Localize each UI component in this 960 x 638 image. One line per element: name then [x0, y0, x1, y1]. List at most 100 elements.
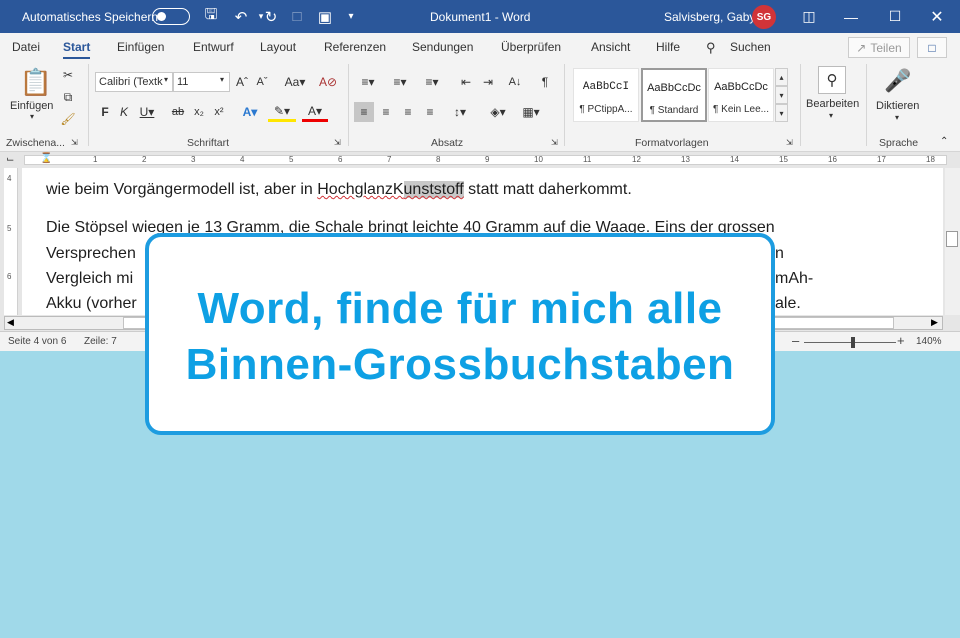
indent-marker-icon[interactable]: ⌛ — [40, 153, 52, 164]
decrease-indent-icon[interactable]: ⇤ — [456, 72, 476, 92]
zoom-out-icon[interactable]: – — [792, 333, 799, 348]
collapse-ribbon-icon[interactable]: ⌃ — [940, 136, 948, 147]
voice-group-label: Sprache — [879, 137, 919, 149]
strikethrough-icon[interactable]: ab — [169, 102, 187, 122]
close-icon[interactable]: ✕ — [914, 0, 960, 33]
tab-datei[interactable]: Datei — [12, 40, 40, 54]
change-case-icon[interactable]: Aa▾ — [280, 72, 310, 92]
document-line: Vergleich mi — [46, 270, 134, 287]
show-formatting-icon[interactable]: ¶ — [535, 72, 555, 92]
highlight-icon[interactable]: ✎▾ — [268, 102, 296, 122]
paste-label[interactable]: Einfügen — [10, 100, 53, 112]
share-button[interactable]: ↗ Teilen — [848, 37, 910, 58]
ribbon-display-icon[interactable]: ◫ — [786, 0, 832, 33]
undo-icon[interactable]: ↶ — [230, 0, 252, 33]
subscript-icon[interactable]: x₂ — [191, 102, 207, 122]
tab-sendungen[interactable]: Sendungen — [412, 40, 473, 54]
scroll-right-icon[interactable]: ▶ — [931, 317, 938, 328]
clipboard-group-label: Zwischena... — [6, 137, 65, 149]
tab-ansicht[interactable]: Ansicht — [591, 40, 630, 54]
underline-icon[interactable]: U▾ — [137, 102, 157, 122]
copy-icon[interactable]: ⧉ — [58, 88, 78, 106]
dictate-dropdown-icon[interactable]: ▾ — [895, 113, 899, 122]
grow-font-icon[interactable]: Aˆ — [234, 72, 250, 92]
tab-ueberpruefen[interactable]: Überprüfen — [501, 40, 561, 54]
editing-dropdown-icon[interactable]: ▾ — [829, 111, 833, 120]
numbering-icon[interactable]: ≡▾ — [386, 72, 414, 92]
avatar[interactable]: SG — [752, 5, 776, 29]
multilevel-list-icon[interactable]: ≡▾ — [418, 72, 446, 92]
increase-indent-icon[interactable]: ⇥ — [478, 72, 498, 92]
microphone-icon[interactable]: 🎤 — [884, 66, 911, 96]
zoom-in-icon[interactable]: + — [897, 333, 905, 348]
page-indicator[interactable]: Seite 4 von 6 — [8, 336, 66, 347]
shading-icon[interactable]: ◈▾ — [484, 102, 512, 122]
font-name-dropdown-icon[interactable]: ▾ — [164, 75, 168, 84]
style-name: ¶ Standard — [649, 105, 699, 116]
tab-entwurf[interactable]: Entwurf — [193, 40, 234, 54]
shrink-font-icon[interactable]: Aˇ — [254, 72, 270, 92]
borders-icon[interactable]: ▦▾ — [516, 102, 546, 122]
tab-hilfe[interactable]: Hilfe — [656, 40, 680, 54]
tab-selector-icon[interactable]: ⌙ — [6, 154, 14, 165]
search-icon[interactable]: ⚲ — [706, 40, 716, 56]
scroll-left-icon[interactable]: ◀ — [7, 317, 14, 328]
text-effects-icon[interactable]: A▾ — [237, 102, 263, 122]
font-name-combo[interactable]: Calibri (Textk — [95, 72, 173, 92]
read-mode-icon[interactable]: ▣ — [314, 0, 336, 33]
horizontal-ruler[interactable]: ⌙ ⌛ 1 2 3 4 5 6 7 8 9 10 11 12 13 14 15 16 17 18 — [0, 152, 960, 168]
zoom-level[interactable]: 140% — [916, 336, 942, 347]
user-name[interactable]: Salvisberg, Gaby — [664, 0, 755, 33]
sort-icon[interactable]: A↓ — [504, 72, 526, 92]
line-indicator[interactable]: Zeile: 7 — [84, 336, 117, 347]
justify-icon[interactable]: ≡ — [420, 102, 440, 122]
font-launcher-icon[interactable]: ⇲ — [334, 138, 341, 147]
tab-layout[interactable]: Layout — [260, 40, 296, 54]
line-spacing-icon[interactable]: ↕▾ — [446, 102, 474, 122]
bold-icon[interactable]: F — [98, 102, 112, 122]
superscript-icon[interactable]: x² — [211, 102, 227, 122]
font-color-icon[interactable]: A▾ — [302, 102, 328, 122]
style-pctipp[interactable]: AaBbCcI ¶ PCtippA... — [573, 68, 639, 122]
editing-label[interactable]: Bearbeiten — [806, 98, 859, 110]
tab-start[interactable]: Start — [63, 40, 91, 59]
customize-toolbar-icon[interactable]: ▾ — [340, 0, 362, 33]
autosave-toggle[interactable] — [152, 8, 190, 25]
cut-icon[interactable]: ✂ — [58, 66, 78, 84]
align-left-icon[interactable]: ≡ — [354, 102, 374, 122]
paste-dropdown-icon[interactable]: ▾ — [30, 112, 34, 121]
redo-icon[interactable]: ↻ — [260, 0, 282, 33]
paste-icon[interactable]: 📋 — [20, 66, 52, 98]
dictate-label[interactable]: Diktieren — [876, 100, 919, 112]
tab-referenzen[interactable]: Referenzen — [324, 40, 386, 54]
zoom-slider-handle[interactable] — [851, 337, 855, 348]
save-icon[interactable]: 🖫 — [200, 0, 222, 33]
style-preview: AaBbCcDc — [647, 82, 701, 94]
align-center-icon[interactable]: ≡ — [376, 102, 396, 122]
new-document-icon[interactable]: □ — [286, 0, 308, 33]
styles-scroll-down-icon[interactable]: ▾ — [775, 86, 788, 104]
maximize-icon[interactable]: ☐ — [872, 0, 918, 33]
search-editing-icon[interactable]: ⚲ — [818, 66, 846, 94]
clipboard-launcher-icon[interactable]: ⇲ — [71, 138, 78, 147]
style-standard[interactable]: AaBbCcDc ¶ Standard — [641, 68, 707, 122]
bullets-icon[interactable]: ≡▾ — [354, 72, 382, 92]
ruler-number: 12 — [632, 155, 641, 164]
style-kein-leerraum[interactable]: AaBbCcDc ¶ Kein Lee... — [708, 68, 774, 122]
styles-launcher-icon[interactable]: ⇲ — [786, 138, 793, 147]
paragraph-launcher-icon[interactable]: ⇲ — [551, 138, 558, 147]
search-label[interactable]: Suchen — [730, 40, 771, 54]
minimize-icon[interactable]: — — [828, 0, 874, 33]
comments-button[interactable]: □ — [917, 37, 947, 58]
italic-icon[interactable]: K — [117, 102, 131, 122]
align-right-icon[interactable]: ≡ — [398, 102, 418, 122]
zoom-slider[interactable] — [804, 342, 896, 343]
format-painter-icon[interactable]: 🖌 — [58, 110, 78, 128]
font-size-dropdown-icon[interactable]: ▾ — [220, 75, 224, 84]
clear-formatting-icon[interactable]: A⊘ — [318, 72, 338, 92]
styles-scroll-up-icon[interactable]: ▴ — [775, 68, 788, 86]
vertical-scroll-thumb[interactable] — [946, 231, 958, 247]
tab-einfuegen[interactable]: Einfügen — [117, 40, 164, 54]
styles-more-icon[interactable]: ▾ — [775, 104, 788, 122]
document-line: Versprechen — [46, 245, 136, 262]
